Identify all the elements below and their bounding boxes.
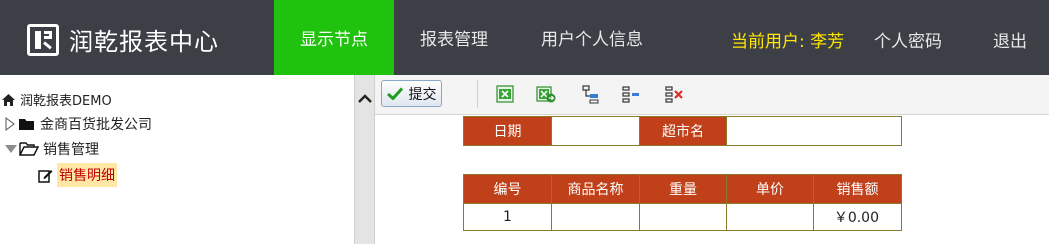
column-header: 销售额 — [813, 174, 902, 204]
edit-icon — [38, 169, 53, 183]
table-cell[interactable] — [639, 203, 727, 231]
filter-label-date: 日期 — [463, 116, 552, 146]
table-header-row: 编号 商品名称 重量 单价 销售额 — [463, 174, 902, 204]
password-link[interactable]: 个人密码 — [874, 27, 942, 52]
date-input-cell[interactable] — [551, 116, 640, 146]
logo-icon — [27, 23, 59, 56]
nav-show-nodes[interactable]: 显示节点 — [274, 0, 394, 75]
check-icon — [386, 87, 403, 100]
nav-user-info[interactable]: 用户个人信息 — [524, 0, 660, 75]
folder-open-icon — [19, 142, 39, 156]
submit-label: 提交 — [408, 86, 437, 103]
tree-node-label: 金商百货批发公司 — [40, 117, 152, 133]
caret-right-icon[interactable] — [5, 117, 15, 131]
delete-row-icon[interactable] — [664, 84, 684, 104]
tree-leaf-sales-detail[interactable]: 销售明细 — [38, 163, 117, 187]
top-bar: 润乾报表中心 显示节点 报表管理 用户个人信息 当前用户: 李芳 个人密码 退出 — [0, 0, 1049, 75]
tree-root[interactable]: 润乾报表DEMO — [2, 90, 112, 109]
column-header: 重量 — [639, 174, 727, 204]
column-header: 编号 — [463, 174, 552, 204]
tree-selected-label: 销售明细 — [57, 163, 117, 187]
table-row: 1 ￥0.00 — [463, 203, 902, 231]
excel-export-icon[interactable] — [536, 84, 556, 104]
toolbar-divider — [477, 80, 478, 108]
filter-table: 日期 超市名 — [463, 116, 902, 146]
report-area: 日期 超市名 编号 商品名称 重量 单价 销售额 1 ￥0.00 — [375, 115, 1049, 244]
tree-node-label: 销售管理 — [43, 142, 99, 158]
tree-node-sales[interactable]: 销售管理 — [5, 139, 99, 159]
nav-report-management[interactable]: 报表管理 — [404, 0, 504, 75]
detail-table: 编号 商品名称 重量 单价 销售额 1 ￥0.00 — [463, 174, 902, 231]
table-cell: ￥0.00 — [813, 203, 902, 231]
submit-button[interactable]: 提交 — [381, 80, 442, 107]
app-title: 润乾报表中心 — [69, 28, 219, 56]
caret-down-icon[interactable] — [5, 144, 17, 154]
append-row-icon[interactable] — [621, 84, 641, 104]
current-user: 当前用户: 李芳 — [731, 32, 845, 52]
tree-node-company[interactable]: 金商百货批发公司 — [5, 114, 152, 134]
filter-label-store: 超市名 — [639, 116, 727, 146]
logout-link[interactable]: 退出 — [993, 27, 1027, 52]
app-logo: 润乾报表中心 — [27, 22, 219, 57]
insert-row-icon[interactable] — [581, 84, 601, 104]
table-cell[interactable] — [726, 203, 814, 231]
chevron-up-icon[interactable] — [358, 94, 372, 104]
tree-root-label: 润乾报表DEMO — [20, 94, 112, 109]
panel-splitter[interactable] — [354, 75, 375, 244]
column-header: 单价 — [726, 174, 814, 204]
excel-import-icon[interactable] — [495, 84, 515, 104]
store-input-cell[interactable] — [726, 116, 902, 146]
column-header: 商品名称 — [551, 174, 640, 204]
home-icon — [2, 93, 15, 106]
table-cell[interactable] — [551, 203, 640, 231]
report-toolbar: 提交 — [375, 75, 1049, 115]
folder-icon — [19, 118, 34, 130]
table-cell: 1 — [463, 203, 552, 231]
